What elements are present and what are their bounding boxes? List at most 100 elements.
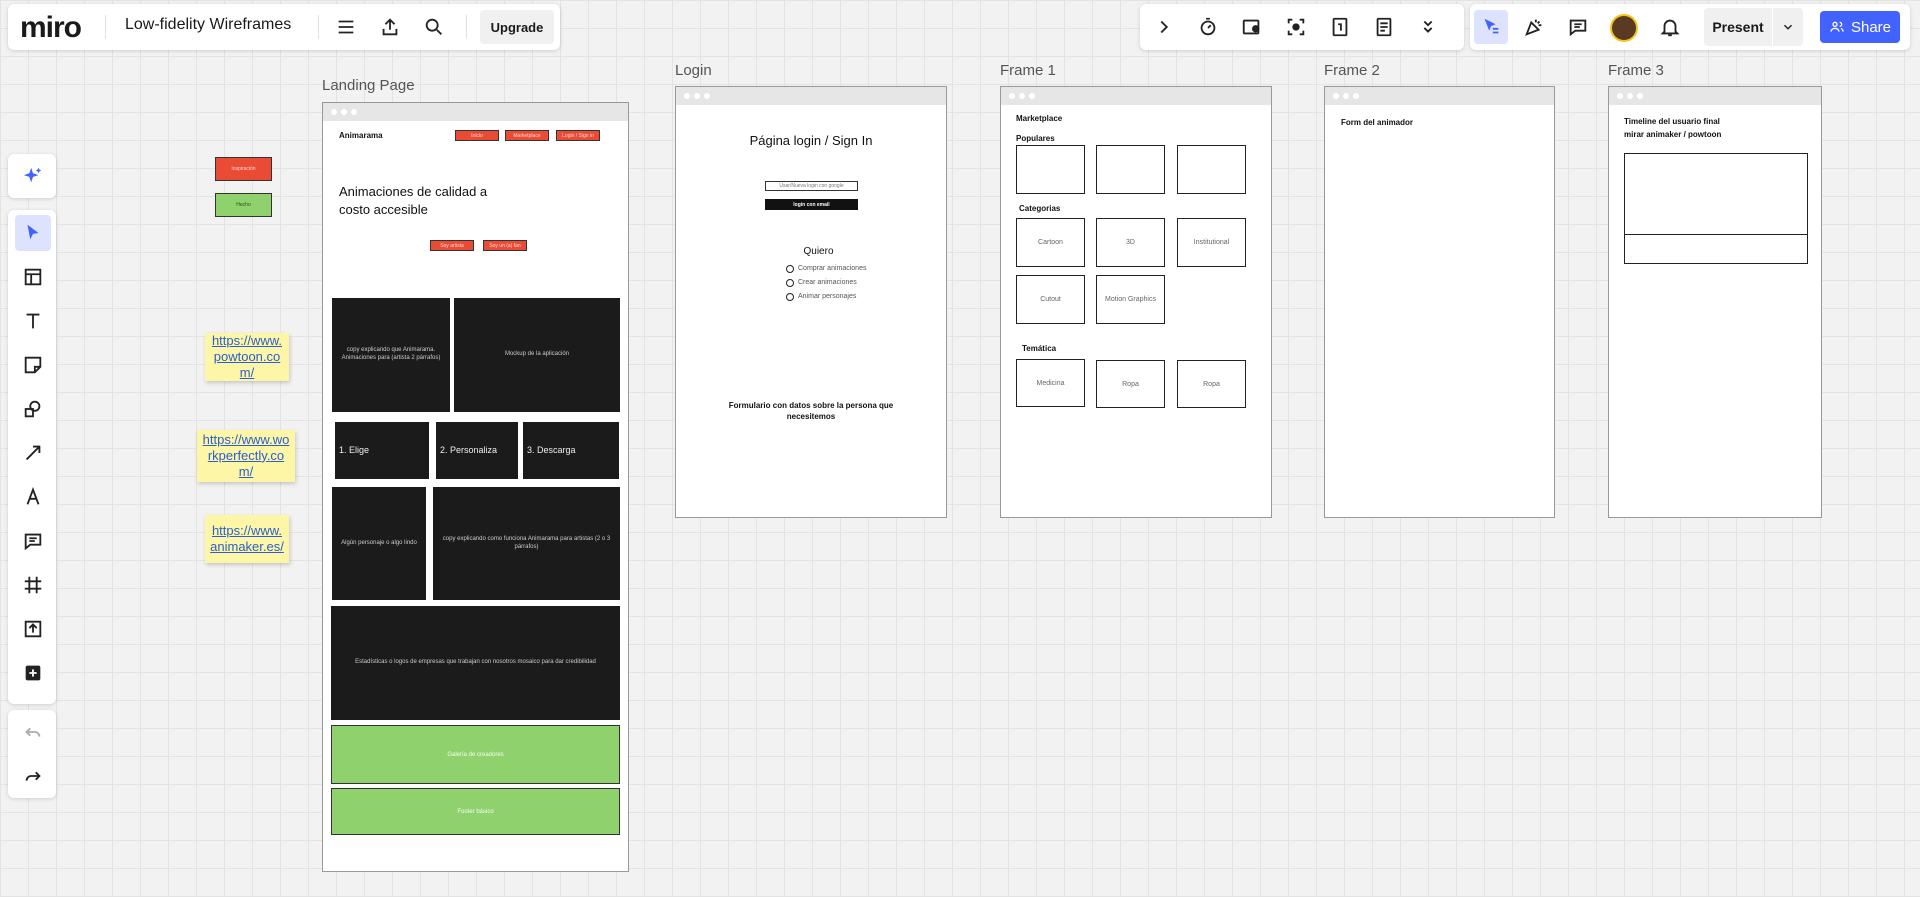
select-icon[interactable] [15,215,51,251]
window-bar [1001,87,1271,105]
upgrade-button[interactable]: Upgrade [480,10,554,44]
animator-form-note: Form del animador [1341,118,1414,127]
category-item[interactable]: 3D [1096,218,1165,267]
cursor-tracking-icon[interactable] [1474,10,1508,44]
bell-icon[interactable] [1656,14,1684,40]
category-item[interactable]: Institutional [1177,218,1246,267]
content-block: copy explicando como funciona Animarama … [433,487,620,600]
more-apps-icon[interactable] [15,655,51,691]
google-login-input[interactable]: Usar/Nueva login con google [765,181,858,191]
frame-landing-page[interactable]: Animarama Inicio Marketplace Login / Sig… [322,102,629,872]
divider [318,15,319,39]
section-label: Categorias [1019,204,1061,213]
inspiration-tag[interactable]: Inspiración [215,157,272,181]
share-button[interactable]: Share [1820,11,1900,43]
user-avatar[interactable] [1610,14,1638,42]
theme-item[interactable]: Medicina [1016,359,1085,407]
popular-item[interactable] [1177,145,1246,194]
templates-icon[interactable] [15,259,51,295]
people-icon [1830,21,1844,32]
frame-label-frame-3[interactable]: Frame 3 [1608,62,1664,79]
timer-icon[interactable] [1194,14,1222,40]
present-button[interactable]: Present [1704,8,1772,46]
popular-item[interactable] [1096,145,1165,194]
email-login-button[interactable]: login con email [765,199,858,210]
frame-1[interactable]: Marketplace Populares Categorias Cartoon… [1000,86,1272,518]
present-dropdown[interactable] [1773,8,1803,46]
upload-icon[interactable] [15,611,51,647]
step-block: 3. Descarga [523,422,619,479]
sticky-link[interactable]: https://www.powtoon.com/ [209,333,285,382]
timeline-track-box [1624,234,1808,264]
cta-fan-button[interactable]: Soy un (a) fan [483,240,527,251]
login-title: Página login / Sign In [749,133,873,148]
celebrate-icon[interactable] [1520,14,1548,40]
text-icon[interactable] [15,303,51,339]
frame-label-login[interactable]: Login [675,62,712,79]
step-block: 2. Personaliza [436,422,518,479]
content-block: copy explicando que Animarama. Animacion… [332,298,450,412]
category-item[interactable]: Motion Graphics [1096,275,1165,324]
comment-icon[interactable] [15,523,51,559]
nav-item[interactable]: Login / Sign in [556,130,600,141]
theme-item[interactable]: Ropa [1096,360,1165,408]
timeline-preview-box [1624,153,1808,235]
sticky-note[interactable]: https://www.powtoon.com/ [205,333,289,381]
cta-artist-button[interactable]: Soy artista [430,240,474,251]
sticky-link[interactable]: https://www.workperfectly.com/ [201,432,291,481]
redo-icon[interactable] [15,758,51,794]
more-chevrons-icon[interactable] [1414,14,1442,40]
share-label: Share [1850,18,1892,36]
sticky-link[interactable]: https://www.animaker.es/ [209,523,285,556]
radio-option[interactable] [786,265,794,273]
theme-item[interactable]: Ropa [1177,360,1246,408]
board-title[interactable]: Low-fidelity Wireframes [125,16,291,34]
frame-label-frame-1[interactable]: Frame 1 [1000,62,1056,79]
nav-item[interactable]: Marketplace [505,130,549,141]
section-label: Populares [1016,134,1055,143]
pen-icon[interactable] [15,479,51,515]
brand-name: Animarama [339,131,383,140]
done-tag[interactable]: Hecho [215,193,272,217]
option-label: Animar personajes [798,293,857,300]
search-icon[interactable] [420,14,448,40]
frame-label-landing[interactable]: Landing Page [322,77,415,94]
sticky-note-icon[interactable] [15,347,51,383]
option-label: Crear animaciones [798,279,857,286]
chevron-right-icon[interactable] [1150,14,1178,40]
content-block: Mockup de la aplicación [454,298,620,412]
category-item[interactable]: Cartoon [1016,218,1085,267]
window-bar [1325,87,1554,105]
frame-2[interactable]: Form del animador [1324,86,1555,518]
divider [105,15,106,39]
menu-icon[interactable] [332,14,360,40]
video-chat-icon[interactable] [1238,14,1266,40]
option-label: Comprar animaciones [798,265,867,272]
frame-label-frame-2[interactable]: Frame 2 [1324,62,1380,79]
miro-logo[interactable]: miro [20,11,82,45]
nav-item[interactable]: Inicio [455,130,499,141]
section-label: Temática [1022,344,1057,353]
export-icon[interactable] [376,14,404,40]
notes-icon[interactable] [1370,14,1398,40]
radio-option[interactable] [786,279,794,287]
focus-icon[interactable] [1282,14,1310,40]
category-item[interactable]: Cutout [1016,275,1085,324]
radio-option[interactable] [786,293,794,301]
sticky-note[interactable]: https://www.animaker.es/ [205,515,289,563]
frame-login[interactable]: Página login / Sign In Usar/Nueva login … [675,86,947,518]
login-form-note: Formulario con datos sobre la persona qu… [728,401,894,422]
frame-icon[interactable] [15,567,51,603]
undo-icon[interactable] [15,714,51,750]
connection-line-icon[interactable] [15,435,51,471]
step-block: 1. Elige [335,422,429,479]
voting-icon[interactable] [1326,14,1354,40]
comments-icon[interactable] [1564,14,1592,40]
popular-item[interactable] [1016,145,1085,194]
shapes-icon[interactable] [15,391,51,427]
frame-3[interactable]: Timeline del usuario final mirar animake… [1608,86,1822,518]
content-block: Estadísticas o logos de empresas que tra… [331,606,620,720]
ai-sparkle-icon[interactable] [15,158,51,194]
footer-block: Footer básico [331,788,620,835]
sticky-note[interactable]: https://www.workperfectly.com/ [197,430,295,482]
